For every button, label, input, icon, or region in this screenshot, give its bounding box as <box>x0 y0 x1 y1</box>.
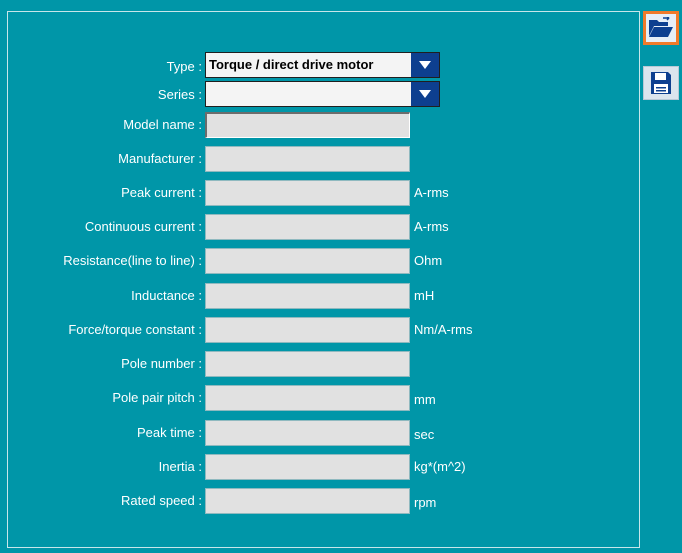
folder-open-icon <box>649 17 673 37</box>
open-file-button[interactable] <box>643 11 679 45</box>
series-select[interactable] <box>205 81 440 107</box>
peak-current-unit: A-rms <box>414 185 449 200</box>
inertia-label: Inertia : <box>158 459 202 474</box>
floppy-save-icon <box>651 72 671 94</box>
series-label: Series : <box>157 87 202 102</box>
rated-speed-unit: rpm <box>414 495 437 510</box>
rated-speed-label: Rated speed : <box>121 493 202 508</box>
peak-time-unit: sec <box>414 427 435 442</box>
pole-number-label: Pole number : <box>121 356 202 371</box>
save-file-button[interactable] <box>643 66 679 100</box>
inductance-label: Inductance : <box>131 288 202 303</box>
inertia-unit: kg*(m^2) <box>414 459 466 474</box>
torque-constant-label: Force/torque constant : <box>68 322 202 337</box>
resistance-unit: Ohm <box>414 253 443 268</box>
rated-speed-field[interactable] <box>205 488 410 514</box>
model-name-field[interactable] <box>205 112 410 138</box>
continuous-current-unit: A-rms <box>414 219 449 234</box>
type-dropdown-arrow[interactable] <box>411 53 439 77</box>
chevron-down-icon <box>419 90 431 98</box>
inductance-unit: mH <box>414 288 435 303</box>
motor-parameters-panel: Type : Torque / direct drive motor Serie… <box>0 0 682 553</box>
continuous-current-label: Continuous current : <box>84 219 202 234</box>
peak-time-field[interactable] <box>205 420 410 446</box>
pole-number-field[interactable] <box>205 351 410 377</box>
type-select[interactable]: Torque / direct drive motor <box>205 52 440 78</box>
resistance-label: Resistance(line to line) : <box>63 253 202 268</box>
resistance-field[interactable] <box>205 248 410 274</box>
torque-constant-unit: Nm/A-rms <box>414 322 473 337</box>
manufacturer-label: Manufacturer : <box>118 151 202 166</box>
peak-current-field[interactable] <box>205 180 410 206</box>
type-label: Type : <box>166 59 202 74</box>
peak-time-label: Peak time : <box>136 425 202 440</box>
torque-constant-field[interactable] <box>205 317 410 343</box>
chevron-down-icon <box>419 61 431 69</box>
type-select-value: Torque / direct drive motor <box>209 57 374 72</box>
inertia-field[interactable] <box>205 454 410 480</box>
pole-pair-pitch-field[interactable] <box>205 385 410 411</box>
continuous-current-field[interactable] <box>205 214 410 240</box>
inductance-field[interactable] <box>205 283 410 309</box>
peak-current-label: Peak current : <box>121 185 202 200</box>
series-dropdown-arrow[interactable] <box>411 82 439 106</box>
model-name-label: Model name : <box>123 117 202 132</box>
manufacturer-field[interactable] <box>205 146 410 172</box>
pole-pair-pitch-label: Pole pair pitch : <box>112 390 202 405</box>
pole-pair-pitch-unit: mm <box>414 392 436 407</box>
